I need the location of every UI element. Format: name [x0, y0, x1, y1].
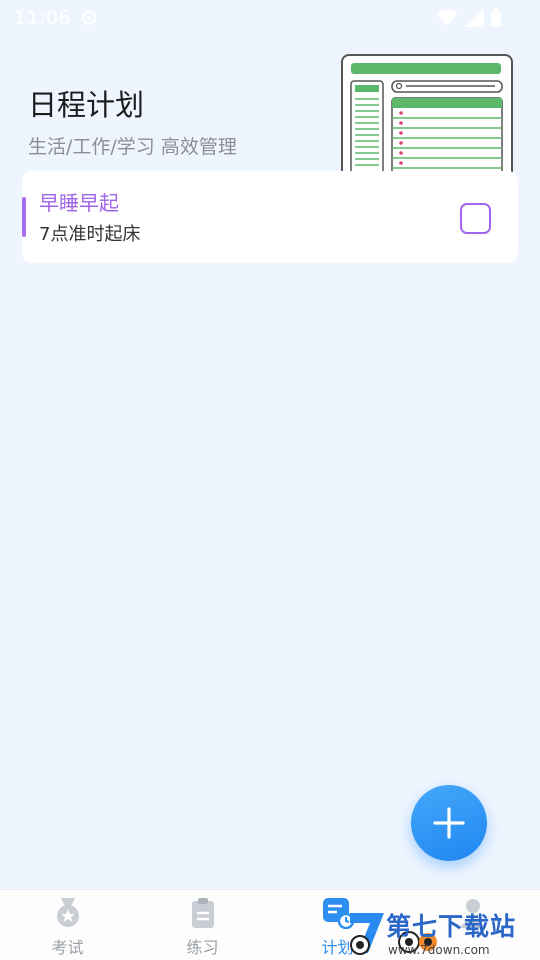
page-subtitle: 生活/工作/学习 高效管理: [28, 136, 237, 158]
battery-icon: [491, 8, 501, 27]
settings-gear-icon: [82, 10, 97, 26]
site-watermark: 第七下载站 www.7down.com: [346, 905, 540, 960]
status-indicators: [436, 8, 502, 28]
watermark-url: www.7down.com: [388, 943, 490, 957]
add-plan-button[interactable]: [411, 785, 487, 861]
cell-signal-icon: [464, 9, 484, 27]
status-bar: 11:06: [0, 0, 540, 36]
wifi-icon: [436, 9, 458, 26]
nav-item-practice[interactable]: 练习: [135, 890, 270, 960]
plan-accent-bar: [22, 197, 26, 237]
nav-item-exam[interactable]: 考试: [0, 890, 135, 960]
medal-icon: [56, 898, 79, 927]
status-time: 11:06: [14, 7, 72, 29]
schedule-illustration: [341, 54, 513, 174]
plan-card[interactable]: 早睡早起 7点准时起床: [22, 171, 518, 263]
plan-title: 早睡早起: [39, 191, 119, 215]
plan-done-checkbox[interactable]: [460, 203, 491, 234]
nav-label-practice: 练习: [186, 938, 219, 957]
nav-label-exam: 考试: [51, 938, 84, 957]
clipboard-icon: [191, 898, 214, 928]
watermark-brand: 第七下载站: [386, 912, 517, 941]
page-title: 日程计划: [28, 88, 145, 122]
watermark-logo-icon: [350, 913, 384, 955]
page-header: 日程计划 生活/工作/学习 高效管理: [28, 82, 237, 159]
plus-icon: [433, 807, 465, 839]
plan-description: 7点准时起床: [39, 224, 141, 245]
